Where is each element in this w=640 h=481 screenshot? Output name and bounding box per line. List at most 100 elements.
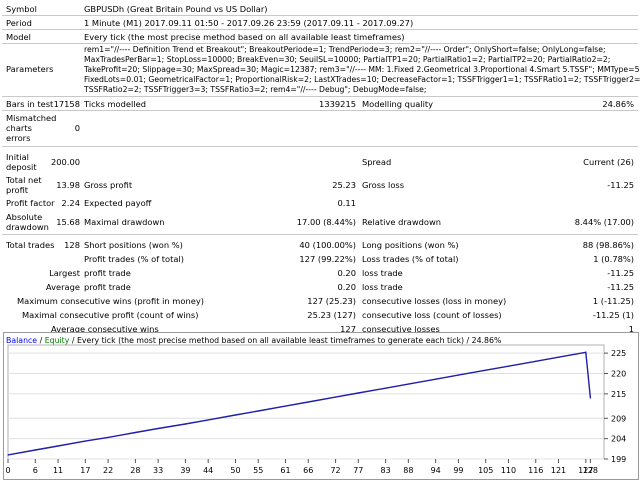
data-point — [134, 431, 136, 434]
x-tick-label: 72 — [330, 466, 340, 475]
balance-chart: 225 220 215 209 204 199 0 6 11 17 22 28 33 39 44 50 55 61… — [3, 332, 639, 480]
data-point — [589, 397, 591, 399]
data-point — [435, 378, 437, 380]
max-consec-losses-label: consecutive losses (loss in money) — [362, 296, 507, 306]
x-tick-label: 99 — [453, 466, 463, 475]
total-trades-value: 128 — [64, 240, 80, 250]
x-tick-label: 121 — [551, 466, 566, 475]
ticks-modelled-label: Ticks modelled — [84, 99, 146, 109]
x-tick-label: 61 — [280, 466, 290, 475]
chart-header: Balance / Equity / Every tick (the most … — [6, 336, 501, 345]
relative-drawdown-value: 8.44% (17.00) — [574, 217, 634, 227]
x-tick-label: 44 — [203, 466, 213, 475]
symbol-value: GBPUSDh (Great Britain Pound vs US Dolla… — [84, 4, 268, 14]
x-tick-label: 116 — [528, 466, 543, 475]
mismatched-label: errors — [6, 133, 31, 143]
average-loss-trade-value: -11.25 — [607, 282, 634, 292]
average-label: Average — [45, 282, 80, 292]
expected-payoff-label: Expected payoff — [84, 198, 152, 208]
gross-loss-label: Gross loss — [362, 180, 405, 190]
profit-trades-label: Profit trades (% of total) — [84, 254, 184, 264]
y-tick-label: 220 — [611, 370, 626, 379]
data-point — [34, 449, 36, 451]
data-point — [334, 396, 337, 398]
model-label: Model — [6, 32, 31, 42]
gross-profit-label: Gross profit — [84, 180, 133, 190]
x-tick-label: 39 — [180, 466, 190, 475]
y-tick-label: 209 — [611, 414, 626, 423]
period-label: Period — [6, 18, 32, 28]
x-tick-label: 11 — [53, 466, 63, 475]
initial-deposit-label: deposit — [6, 162, 37, 172]
largest-profit-trade-label: profit trade — [84, 268, 131, 278]
data-point — [535, 360, 537, 362]
bars-in-test-value: 17158 — [53, 99, 80, 109]
profit-factor-value: 2.24 — [61, 198, 80, 208]
relative-drawdown-label: Relative drawdown — [362, 217, 442, 227]
largest-loss-trade-label: loss trade — [362, 268, 403, 278]
total-net-profit-value: 13.98 — [56, 180, 80, 190]
maximal-consec-profit-value: 25.23 (127) — [307, 310, 356, 320]
loss-trades-value: 1 (0.78%) — [593, 254, 634, 264]
legend-balance: Balance — [6, 336, 38, 345]
profit-trades-value: 127 (99.22%) — [299, 254, 356, 264]
long-positions-label: Long positions (won %) — [362, 240, 459, 250]
mismatched-label: Mismatched — [6, 113, 57, 123]
data-point — [7, 454, 9, 456]
x-tick-label: 77 — [353, 466, 363, 475]
period-value: 1 Minute (M1) 2017.09.11 01:50 - 2017.09… — [84, 18, 414, 28]
gross-profit-value: 25.23 — [332, 180, 356, 190]
max-consec-losses-value: 1 (-11.25) — [592, 296, 634, 306]
maximal-consec-loss-value: -11.25 (1) — [592, 310, 634, 320]
model-value: Every tick (the most precise method base… — [84, 32, 405, 42]
initial-deposit-label: Initial — [6, 152, 29, 162]
data-point — [257, 410, 259, 412]
data-point — [357, 392, 359, 394]
total-net-profit-label: profit — [6, 185, 29, 195]
x-tick-label: 0 — [5, 466, 10, 475]
average-profit-trade-value: 0.20 — [337, 282, 356, 292]
x-tick-label: 110 — [501, 466, 516, 475]
modelling-quality-value: 24.86% — [602, 99, 634, 109]
x-tick-label: 33 — [153, 466, 163, 475]
balance-chart-svg: 225 220 215 209 204 199 0 6 11 17 22 28 33 39 44 50 55 61… — [5, 344, 626, 475]
x-tick-label: 105 — [478, 466, 493, 475]
short-positions-label: Short positions (won %) — [84, 240, 183, 250]
chart-header-text: / Every tick (the most precise method ba… — [69, 336, 502, 345]
parameters-line: MaxTradesPerBar=1; StopLoss=10000; Break… — [84, 55, 611, 64]
data-point — [385, 387, 387, 389]
data-point — [157, 427, 159, 430]
absolute-drawdown-value: 15.68 — [56, 217, 80, 227]
expected-payoff-value: 0.11 — [337, 198, 356, 208]
largest-profit-trade-value: 0.20 — [337, 268, 356, 278]
x-tick-label: 17 — [80, 466, 90, 475]
ticks-modelled-value: 1339215 — [319, 99, 356, 109]
y-tick-label: 199 — [611, 455, 626, 464]
data-point — [457, 374, 460, 376]
y-tick-label: 225 — [611, 349, 626, 358]
largest-loss-trade-value: -11.25 — [607, 268, 634, 278]
initial-deposit-value: 200.00 — [50, 157, 80, 167]
modelling-quality-label: Modelling quality — [362, 99, 434, 109]
mismatched-label: charts — [6, 123, 32, 133]
largest-label: Largest — [49, 268, 80, 278]
balance-line — [7, 351, 592, 456]
legend-separator: / — [37, 336, 45, 345]
divider — [2, 146, 638, 147]
average-profit-trade-label: profit trade — [84, 282, 131, 292]
mismatched-value: 0 — [74, 123, 80, 133]
x-tick-label: 88 — [403, 466, 413, 475]
x-tick-label: 66 — [303, 466, 313, 475]
data-point — [407, 383, 409, 385]
maximal-drawdown-label: Maximal drawdown — [84, 217, 165, 227]
divider — [2, 15, 638, 16]
data-point — [507, 365, 510, 367]
parameters-line: rem1="//---- Definition Trend et Breakou… — [84, 45, 606, 54]
divider — [2, 234, 638, 235]
symbol-label: Symbol — [6, 4, 37, 14]
data-point — [557, 356, 560, 358]
maximal-consec-loss-label: consecutive loss (count of losses) — [362, 310, 502, 320]
legend-equity: Equity — [44, 336, 70, 345]
x-tick-label: 83 — [381, 466, 391, 475]
y-tick-label: 204 — [611, 435, 626, 444]
